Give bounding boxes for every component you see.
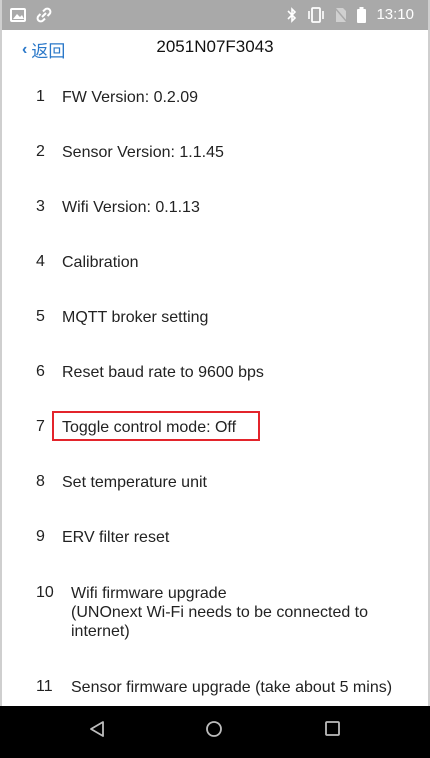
home-circle-icon[interactable] [205, 720, 223, 738]
item-label: Wifi Version: 0.1.13 [62, 199, 200, 216]
item-label: MQTT broker setting [62, 309, 209, 326]
item-label: Reset baud rate to 9600 bps [62, 364, 264, 381]
link-notification-icon [36, 7, 52, 23]
navigation-bar: ‹ 返回 2051N07F3043 [0, 30, 430, 70]
image-notification-icon [10, 8, 26, 22]
item-number: 7 [36, 418, 45, 435]
back-triangle-icon[interactable] [89, 720, 105, 738]
item-number: 2 [36, 143, 45, 160]
item-number: 1 [36, 88, 45, 105]
status-time: 13:10 [376, 6, 414, 23]
item-label: Wifi firmware upgrade (UNOnext Wi-Fi nee… [71, 585, 369, 640]
item-label: Sensor firmware upgrade (take about 5 mi… [71, 679, 393, 696]
recent-apps-square-icon[interactable] [324, 720, 340, 738]
item-label: Calibration [62, 254, 139, 271]
item-number: 8 [36, 473, 45, 490]
item-label: ERV filter reset [62, 529, 170, 546]
settings-list[interactable]: 1 FW Version: 0.2.09 2 Sensor Version: 1… [0, 70, 430, 706]
item-number: 4 [36, 253, 45, 270]
item-label: FW Version: 0.2.09 [62, 89, 199, 106]
battery-icon [357, 7, 367, 23]
item-number: 9 [36, 528, 45, 545]
item-number: 10 [36, 584, 54, 601]
item-number: 6 [36, 363, 45, 380]
item-label: Set temperature unit [62, 474, 207, 491]
item-label: Toggle control mode: Off [62, 419, 237, 436]
item-number: 3 [36, 198, 45, 215]
page-title: 2051N07F3043 [156, 37, 274, 56]
item-number: 11 [36, 678, 53, 695]
item-number: 5 [36, 308, 45, 325]
left-edge [0, 0, 2, 758]
item-label: Sensor Version: 1.1.45 [62, 144, 224, 161]
vibrate-icon [308, 7, 325, 23]
bluetooth-icon [287, 7, 297, 23]
status-bar: 13:10 [0, 0, 430, 30]
no-sim-icon [335, 7, 348, 23]
android-navigation-bar [0, 706, 430, 758]
